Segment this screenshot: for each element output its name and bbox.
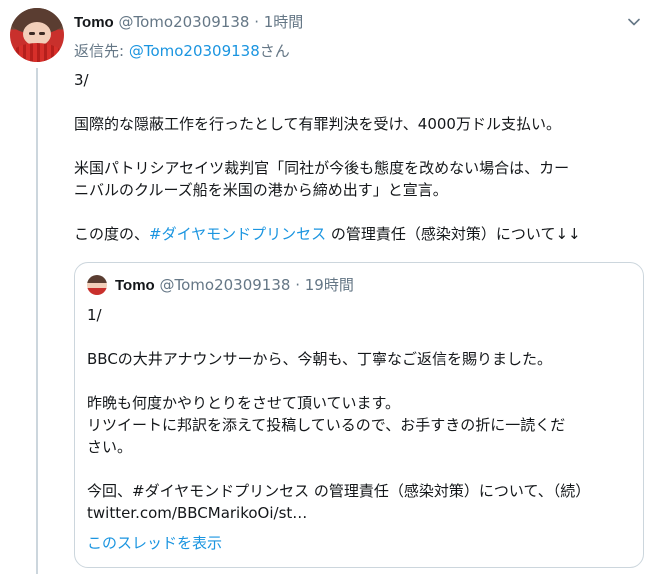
quoted-text-line: さい。	[87, 438, 133, 456]
reply-suffix: さん	[259, 42, 290, 60]
reply-to: 返信先: @Tomo20309138さん	[74, 41, 290, 61]
tweet-text-line: ニバルのクルーズ船を米国の港から締め出す」と宣言。	[74, 181, 448, 199]
quoted-link-text: twitter.com/BBCMarikoOi/st…	[87, 504, 308, 522]
avatar-eye	[39, 32, 45, 35]
tweet-time[interactable]: 1時間	[264, 13, 304, 31]
quoted-header: Tomo @Tomo20309138 · 19時間	[115, 275, 354, 296]
reply-handle-link[interactable]: @Tomo20309138	[129, 42, 260, 60]
quoted-author-handle: @Tomo20309138	[159, 276, 291, 294]
hashtag-link[interactable]: #ダイヤモンドプリンセス	[149, 225, 326, 243]
quoted-text-line: リツイートに邦訳を添えて投稿しているので、お手すきの折に一読くだ	[87, 416, 566, 434]
thread-line	[36, 68, 38, 574]
tweet-text-line: 米国パトリシアセイツ裁判官「同社が今後も態度を改めない場合は、カー	[74, 159, 570, 177]
quoted-tweet[interactable]: Tomo @Tomo20309138 · 19時間 1/ BBCの大井アナウンサ…	[74, 262, 644, 568]
avatar[interactable]	[10, 8, 64, 62]
quoted-author-name: Tomo	[115, 277, 155, 294]
tweet-text-line: この度の、#ダイヤモンドプリンセス の管理責任（感染対策）について↓↓	[74, 223, 639, 245]
quoted-text-line: 昨晩も何度かやりとりをさせて頂いています。	[87, 394, 401, 412]
tweet-text-line: 3/	[74, 71, 89, 89]
quoted-time: 19時間	[304, 276, 354, 294]
quoted-avatar	[87, 275, 107, 295]
quoted-text-line: BBCの大井アナウンサーから、今朝も、丁寧なご返信を賜りました。	[87, 350, 553, 368]
avatar-eye	[29, 32, 35, 35]
quoted-text-line: 今回、#ダイヤモンドプリンセス の管理責任（感染対策）について、（続）	[87, 482, 591, 500]
reply-prefix: 返信先:	[74, 42, 129, 60]
quoted-text-line: 1/	[87, 306, 102, 324]
tweet: Tomo @Tomo20309138 · 1時間 返信先: @Tomo20309…	[0, 0, 652, 574]
avatar-fan	[12, 43, 62, 62]
tweet-text-line: 国際的な隠蔽工作を行ったとして有罪判決を受け、4000万ドル支払い。	[74, 115, 561, 133]
show-thread-link[interactable]: このスレッドを表示	[87, 533, 222, 553]
text-fragment: この度の、	[74, 225, 150, 243]
author-handle[interactable]: @Tomo20309138	[119, 13, 250, 31]
author-name[interactable]: Tomo	[74, 14, 114, 31]
chevron-down-icon[interactable]	[626, 14, 642, 30]
separator-dot: ·	[249, 13, 264, 31]
separator-dot: ·	[290, 276, 305, 294]
tweet-header: Tomo @Tomo20309138 · 1時間	[74, 12, 303, 33]
text-fragment: の管理責任（感染対策）について↓↓	[326, 225, 581, 243]
